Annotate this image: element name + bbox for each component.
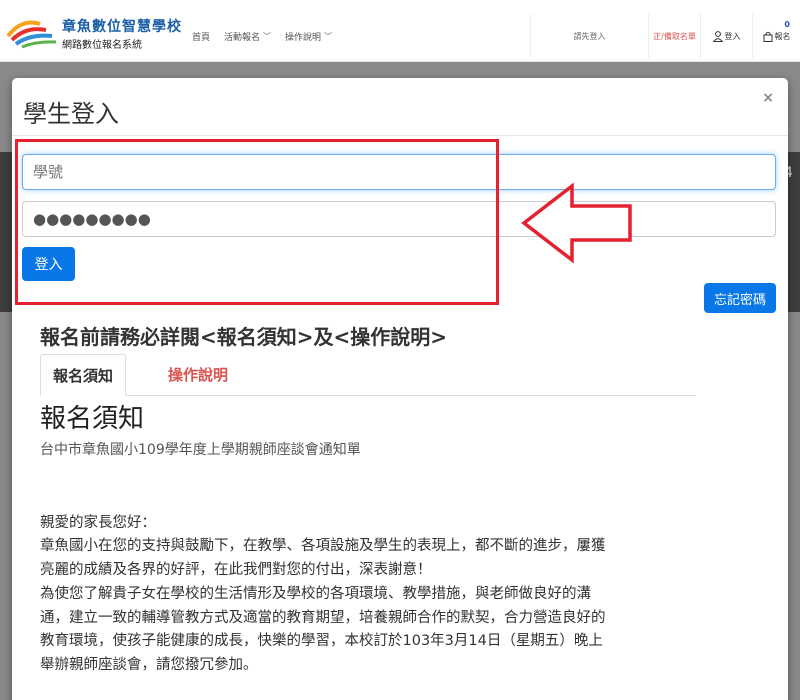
nav-event-signup[interactable]: 活動報名 ﹀	[224, 30, 271, 43]
forgot-password-button[interactable]: 忘記密碼	[704, 283, 776, 313]
brand-subtitle: 網路數位報名系統	[62, 40, 142, 51]
signup-label: 報名	[774, 31, 791, 41]
top-navbar: 章魚數位智慧學校 網路數位報名系統 首頁 活動報名 ﹀ 操作說明 ﹀ 請先登入 正/…	[0, 0, 800, 62]
nav-event-signup-label: 活動報名	[224, 33, 261, 43]
modal-title: 學生登入	[23, 100, 119, 128]
octopus-logo-icon[interactable]	[6, 14, 60, 50]
nav-home[interactable]: 首頁	[192, 30, 210, 43]
student-login-modal: 學生登入 × 登入 忘記密碼 報名前請務必詳閱<報名須知>及<操作說明> 報名須…	[12, 78, 788, 700]
notice-subtitle: 台中市章魚國小109學年度上學期親師座談會通知單	[40, 442, 361, 458]
notice-line: 為使您了解貴子女在學校的生活情形及學校的各項環境、教學措施，與老師做良好的溝	[40, 585, 591, 602]
tab-signup-notice[interactable]: 報名須知	[40, 354, 127, 396]
arrow-left-icon	[521, 182, 632, 264]
login-first-notice: 請先登入	[530, 14, 648, 58]
notice-line: 親愛的家長您好：	[40, 514, 156, 531]
cart-count-badge: 0	[784, 20, 790, 29]
highlight-box	[15, 139, 499, 305]
login-link-label: 登入	[724, 31, 741, 41]
nav-right: 請先登入 正/備取名單 登入 報名 0	[530, 14, 800, 58]
notice-line: 章魚國小在您的支持與鼓勵下，在教學、各項設施及學生的表現上，都不斷的進步，屢獲	[40, 538, 606, 555]
shopping-bag-icon	[763, 31, 772, 42]
brand-title[interactable]: 章魚數位智慧學校	[62, 16, 182, 36]
chevron-down-icon: ﹀	[263, 32, 272, 41]
nav-instructions[interactable]: 操作說明 ﹀	[285, 30, 332, 43]
notice-line	[40, 488, 720, 512]
nav-instructions-label: 操作說明	[285, 33, 322, 43]
user-icon	[712, 30, 723, 42]
notice-body: 親愛的家長您好： 章魚國小在您的支持與鼓勵下，在教學、各項設施及學生的表現上，都…	[40, 488, 720, 678]
notice-line: 舉辦親師座談會，請您撥冗參加。	[40, 656, 258, 673]
notice-line: 通，建立一致的輔導管教方式及適當的教育期望，培養親師合作的默契，合力營造良好的	[40, 609, 606, 626]
notice-tabs: 報名須知 操作說明	[40, 354, 696, 396]
chevron-down-icon: ﹀	[324, 32, 333, 41]
signup-cart-link[interactable]: 報名 0	[752, 14, 800, 58]
waitlist-link[interactable]: 正/備取名單	[648, 14, 700, 58]
notice-line: 亮麗的成績及各界的好評，在此我們對您的付出，深表謝意！	[40, 562, 432, 579]
notice-line: 教育環境，使孩子能健康的成長，快樂的學習，本校訂於103年3月14日（星期五）晚…	[40, 633, 603, 650]
tab-instructions[interactable]: 操作說明	[156, 354, 240, 396]
login-link[interactable]: 登入	[700, 14, 752, 58]
notice-heading: 報名前請務必詳閱<報名須知>及<操作說明>	[40, 325, 448, 349]
main-nav: 首頁 活動報名 ﹀ 操作說明 ﹀	[192, 30, 346, 43]
nav-home-label: 首頁	[192, 33, 211, 43]
notice-title: 報名須知	[40, 404, 145, 434]
modal-header: 學生登入 ×	[12, 78, 788, 136]
close-icon[interactable]: ×	[762, 90, 774, 106]
